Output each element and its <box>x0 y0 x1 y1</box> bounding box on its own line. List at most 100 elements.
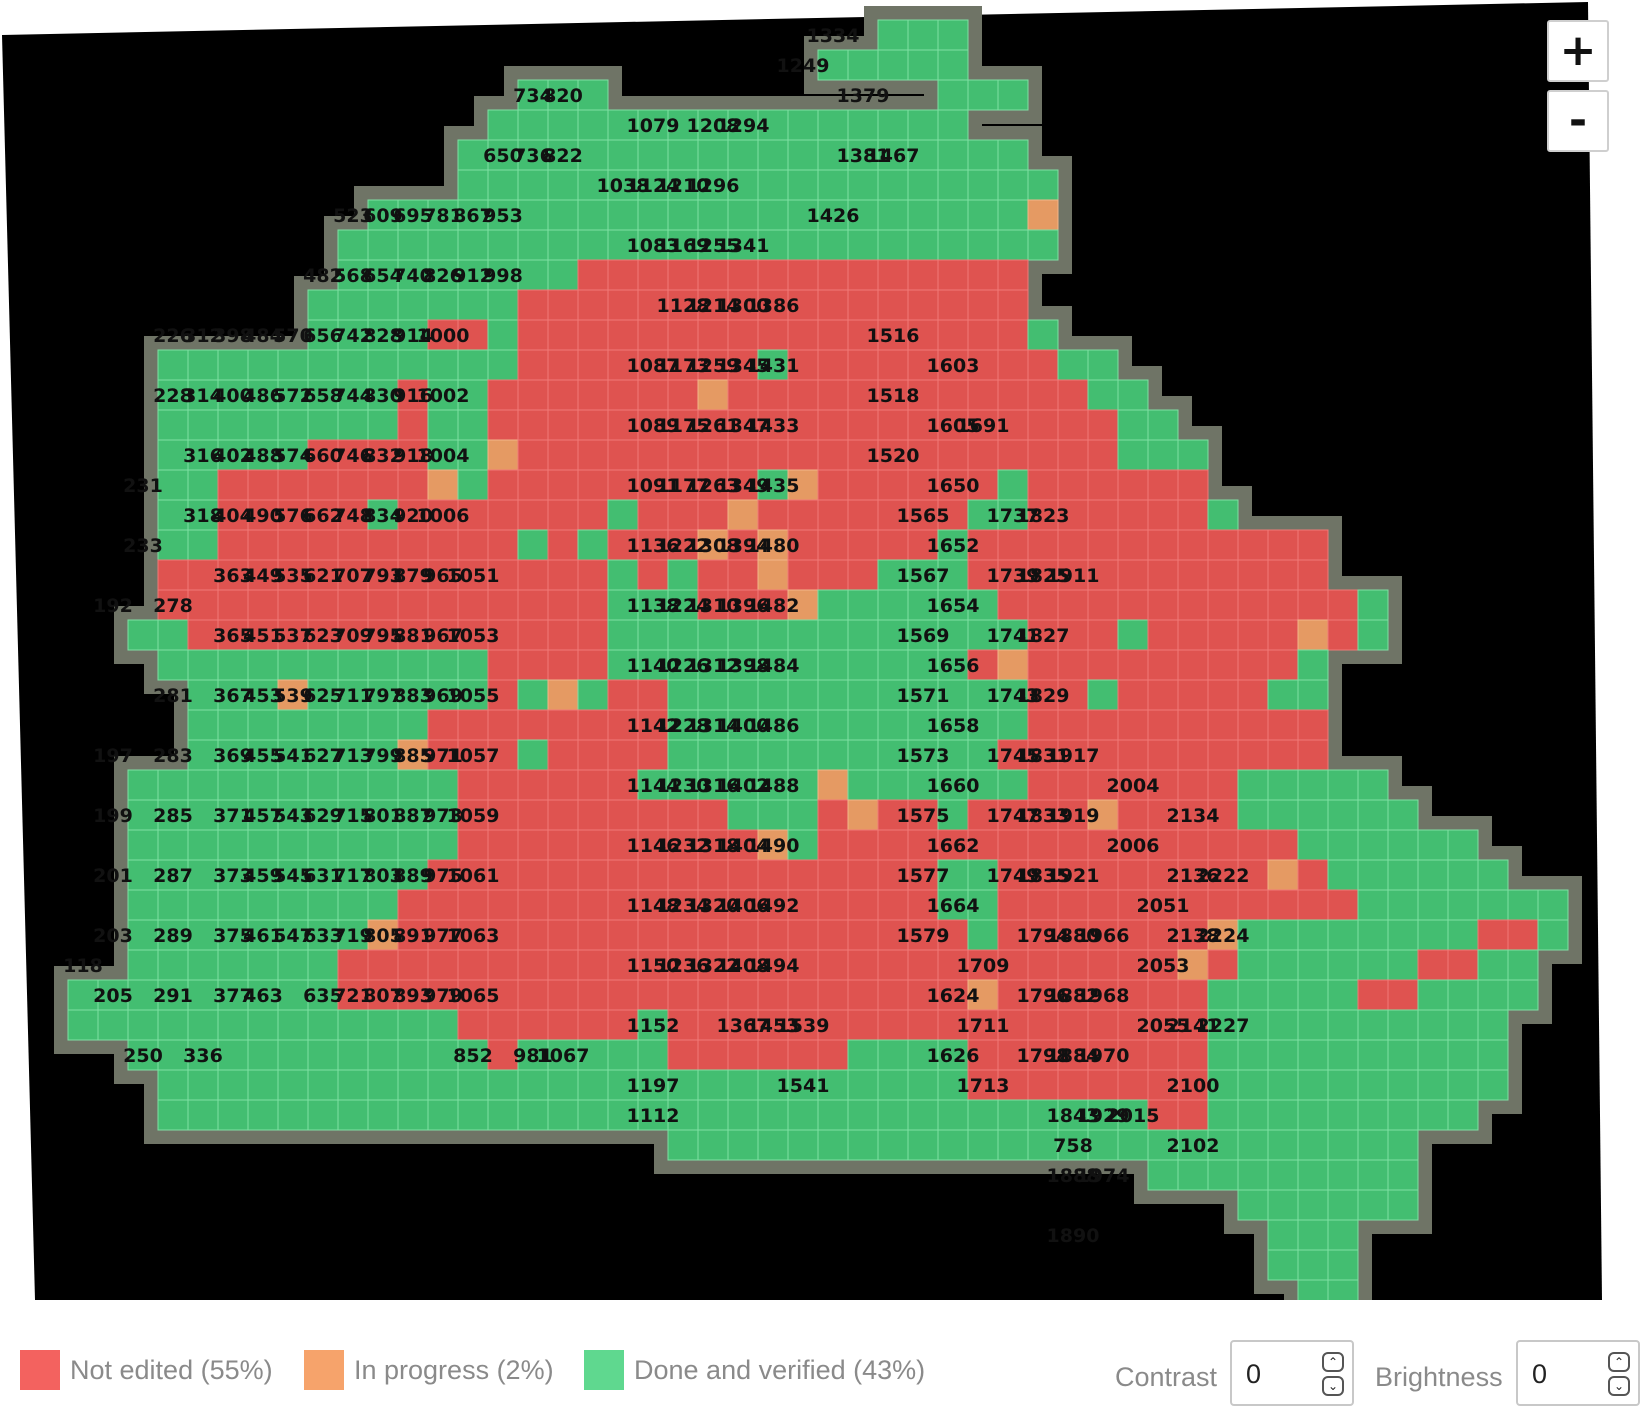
tile-not-edited[interactable] <box>1147 1039 1179 1071</box>
tile-done[interactable] <box>1327 979 1359 1011</box>
tile-done[interactable] <box>127 619 159 651</box>
tile-done[interactable] <box>907 1069 939 1101</box>
tile-not-edited[interactable] <box>847 289 879 321</box>
tile-done[interactable] <box>667 1129 699 1161</box>
tile-not-edited[interactable] <box>1267 649 1299 681</box>
tile-done[interactable] <box>1267 679 1299 711</box>
tile-done[interactable] <box>1417 1099 1449 1131</box>
tile-done[interactable] <box>757 799 789 831</box>
tile-done[interactable] <box>847 109 879 141</box>
tile-not-edited[interactable] <box>487 769 519 801</box>
tile-done[interactable] <box>1117 439 1149 471</box>
tile-done[interactable] <box>217 829 249 861</box>
tile-done[interactable] <box>247 1069 279 1101</box>
zoom-in-button[interactable]: + <box>1547 20 1609 82</box>
tile-not-edited[interactable] <box>1207 679 1239 711</box>
tile-not-edited[interactable] <box>427 529 459 561</box>
tile-done[interactable] <box>1357 949 1389 981</box>
tile-done[interactable] <box>337 1039 369 1071</box>
tile-not-edited[interactable] <box>607 439 639 471</box>
tile-done[interactable] <box>187 409 219 441</box>
tile-not-edited[interactable] <box>577 739 609 771</box>
tile-done[interactable] <box>757 169 789 201</box>
tile-not-edited[interactable] <box>937 319 969 351</box>
tile-not-edited[interactable] <box>787 319 819 351</box>
tile-not-edited[interactable] <box>1027 709 1059 741</box>
tile-not-edited[interactable] <box>997 829 1029 861</box>
tile-done[interactable] <box>1417 979 1449 1011</box>
tile-done[interactable] <box>1507 949 1539 981</box>
tile-not-edited[interactable] <box>547 289 579 321</box>
tile-not-edited[interactable] <box>517 799 549 831</box>
tile-done[interactable] <box>1297 829 1329 861</box>
tile-done[interactable] <box>1237 949 1269 981</box>
tile-not-edited[interactable] <box>727 319 759 351</box>
tile-done[interactable] <box>1447 979 1479 1011</box>
tile-not-edited[interactable] <box>1177 1099 1209 1131</box>
tile-done[interactable] <box>1207 979 1239 1011</box>
tile-done[interactable] <box>877 1039 909 1071</box>
tile-not-edited[interactable] <box>1387 979 1419 1011</box>
tile-done[interactable] <box>427 1099 459 1131</box>
tile-not-edited[interactable] <box>997 259 1029 291</box>
tile-done[interactable] <box>847 619 879 651</box>
tile-done[interactable] <box>1537 889 1569 921</box>
tile-done[interactable] <box>1327 769 1359 801</box>
tile-done[interactable] <box>487 1069 519 1101</box>
tile-not-edited[interactable] <box>1267 559 1299 591</box>
tile-not-edited[interactable] <box>547 559 579 591</box>
tile-done[interactable] <box>487 109 519 141</box>
tile-done[interactable] <box>877 229 909 261</box>
tile-done[interactable] <box>247 829 279 861</box>
tile-done[interactable] <box>337 769 369 801</box>
tile-not-edited[interactable] <box>517 619 549 651</box>
tile-not-edited[interactable] <box>787 979 819 1011</box>
tile-done[interactable] <box>547 109 579 141</box>
tile-done[interactable] <box>1207 1159 1239 1191</box>
tile-not-edited[interactable] <box>1237 889 1269 921</box>
tile-done[interactable] <box>307 1009 339 1041</box>
tile-not-edited[interactable] <box>787 379 819 411</box>
tile-done[interactable] <box>1387 1069 1419 1101</box>
tile-not-edited[interactable] <box>1207 889 1239 921</box>
tile-not-edited[interactable] <box>637 499 669 531</box>
tile-not-edited[interactable] <box>727 379 759 411</box>
tile-done[interactable] <box>607 199 639 231</box>
tile-done[interactable] <box>727 199 759 231</box>
tile-not-edited[interactable] <box>757 259 789 291</box>
tile-not-edited[interactable] <box>697 859 729 891</box>
tile-done[interactable] <box>877 199 909 231</box>
tile-done[interactable] <box>1417 919 1449 951</box>
tile-not-edited[interactable] <box>667 1039 699 1071</box>
tile-done[interactable] <box>367 709 399 741</box>
tile-done[interactable] <box>187 469 219 501</box>
tile-done[interactable] <box>337 1069 369 1101</box>
tile-done[interactable] <box>157 349 189 381</box>
tile-not-edited[interactable] <box>247 469 279 501</box>
tile-not-edited[interactable] <box>1237 679 1269 711</box>
tile-not-edited[interactable] <box>547 979 579 1011</box>
contrast-input[interactable] <box>1244 1356 1308 1392</box>
tile-not-edited[interactable] <box>1027 349 1059 381</box>
tile-done[interactable] <box>817 649 849 681</box>
tile-done[interactable] <box>787 109 819 141</box>
tile-done[interactable] <box>1387 1099 1419 1131</box>
tile-done[interactable] <box>967 79 999 111</box>
tile-done[interactable] <box>1507 979 1539 1011</box>
tile-not-edited[interactable] <box>1177 649 1209 681</box>
tile-not-edited[interactable] <box>1147 559 1179 591</box>
tile-not-edited[interactable] <box>517 769 549 801</box>
tile-done[interactable] <box>937 139 969 171</box>
tile-not-edited[interactable] <box>757 1039 789 1071</box>
tile-done[interactable] <box>1267 1189 1299 1221</box>
tile-done[interactable] <box>1237 1039 1269 1071</box>
tile-done[interactable] <box>847 649 879 681</box>
tile-not-edited[interactable] <box>1177 679 1209 711</box>
tile-not-edited[interactable] <box>577 919 609 951</box>
tile-done[interactable] <box>277 709 309 741</box>
contrast-down-chevron-icon[interactable]: ⌄ <box>1322 1376 1344 1396</box>
tile-not-edited[interactable] <box>1117 1069 1149 1101</box>
tile-done[interactable] <box>817 1129 849 1161</box>
tile-done[interactable] <box>337 229 369 261</box>
map-viewport[interactable]: 1334 1249 734 820 1379 1079 1208 1294 650 736 822 1… <box>0 0 1640 1300</box>
